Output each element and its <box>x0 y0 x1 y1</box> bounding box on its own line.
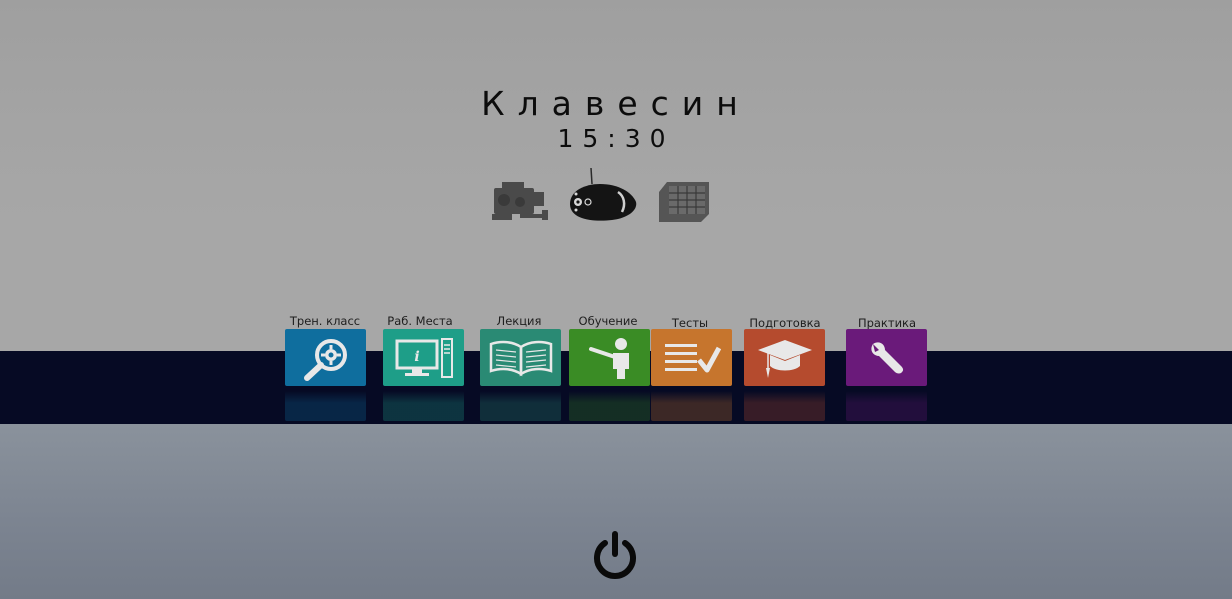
tile-reflection <box>285 391 366 421</box>
magnifier-gear-icon <box>303 338 347 381</box>
app-label-practice: Практика <box>857 316 917 330</box>
app-label-training-class: Трен. класс <box>289 314 361 328</box>
graduation-cap-icon <box>757 339 812 378</box>
tile-reflection <box>480 391 561 421</box>
tile-reflection <box>569 391 650 421</box>
app-tile-training-class[interactable] <box>285 329 366 386</box>
wrench-icon <box>870 341 903 373</box>
app-tile-practice[interactable] <box>846 329 927 386</box>
app-label-lecture: Лекция <box>496 314 542 328</box>
app-tile-preparation[interactable] <box>744 329 825 386</box>
app-tile-learning[interactable] <box>569 329 650 386</box>
checklist-icon <box>664 343 721 372</box>
teacher-icon <box>588 337 629 379</box>
vehicle-device-icon[interactable] <box>566 166 640 234</box>
app-tile-tests[interactable] <box>651 329 732 386</box>
app-label-tests: Тесты <box>671 316 709 330</box>
grid-box-device-icon[interactable] <box>655 178 715 224</box>
workstation-icon: i <box>395 337 453 378</box>
clock-time: 15:30 <box>557 124 675 153</box>
station-title: Клавесин <box>481 84 751 123</box>
tile-reflection <box>744 391 825 421</box>
book-icon <box>489 340 552 376</box>
power-button[interactable] <box>589 530 641 582</box>
svg-text:i: i <box>414 349 419 365</box>
tile-reflection <box>651 391 732 421</box>
app-label-preparation: Подготовка <box>749 316 821 330</box>
app-label-workstations: Раб. Места <box>387 314 453 328</box>
tile-reflection <box>383 391 464 421</box>
power-icon <box>594 531 636 579</box>
tile-reflection <box>846 391 927 421</box>
camera-device-icon[interactable] <box>490 180 552 224</box>
app-tile-workstations[interactable]: i <box>383 329 464 386</box>
app-tile-lecture[interactable] <box>480 329 561 386</box>
device-selector <box>0 166 1232 236</box>
